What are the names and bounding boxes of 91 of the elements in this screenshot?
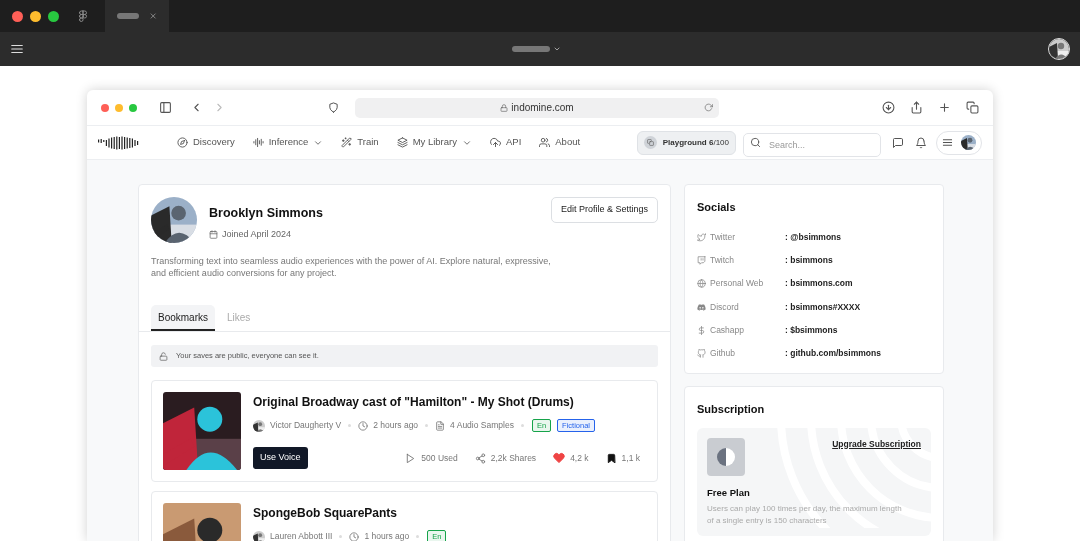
unlock-icon xyxy=(159,351,168,361)
heart-icon[interactable] xyxy=(553,452,566,464)
social-label: Personal Web xyxy=(710,277,764,291)
minimize-button[interactable] xyxy=(30,10,41,22)
social-icon xyxy=(697,232,706,242)
joined-date: Joined April 2024 xyxy=(222,227,292,241)
social-label: Github xyxy=(710,347,736,360)
social-label: Cashapp xyxy=(710,323,745,337)
social-icon xyxy=(697,302,706,312)
close-button[interactable] xyxy=(12,10,23,22)
figma-icon[interactable] xyxy=(77,10,89,22)
plan-icon xyxy=(707,437,745,476)
author-name: Lauren Abbott III xyxy=(270,530,333,541)
nav-icon xyxy=(489,137,501,148)
message-icon[interactable] xyxy=(892,136,904,149)
close-icon[interactable] xyxy=(148,11,157,21)
bookmarks-count: 1,1 k xyxy=(621,451,640,465)
play-icon[interactable] xyxy=(405,452,417,464)
use-voice-button[interactable]: Use Voice xyxy=(253,447,308,469)
social-value[interactable]: : github.com/bsimmons xyxy=(785,347,881,360)
zoom-button[interactable] xyxy=(48,10,59,22)
social-value[interactable]: : bsimmons.com xyxy=(785,277,853,291)
time-text: 1 hours ago xyxy=(364,530,410,541)
nav-link[interactable]: Train xyxy=(341,135,379,150)
tab[interactable] xyxy=(105,0,169,32)
edit-profile-button[interactable]: Edit Profile & Settings xyxy=(550,197,658,223)
samples-text: 4 Audio Samples xyxy=(450,419,514,432)
nav-link[interactable]: Discovery xyxy=(177,135,235,150)
clock-icon xyxy=(349,531,360,541)
social-value[interactable]: : $bsimmons xyxy=(785,323,838,337)
social-icon xyxy=(697,279,706,289)
nav-icon xyxy=(341,137,353,148)
time-text: 2 hours ago xyxy=(373,419,419,432)
voice-title: SpongeBob SquarePants xyxy=(253,505,399,522)
menu-icon[interactable] xyxy=(10,42,24,56)
bookmark-icon[interactable] xyxy=(605,452,617,464)
new-tab-icon[interactable] xyxy=(938,101,951,114)
nav-icon xyxy=(539,137,551,148)
social-value[interactable]: : bsimmons xyxy=(785,254,833,267)
tab[interactable]: Bookmarks xyxy=(151,305,215,331)
clock-icon xyxy=(358,420,369,431)
notification-icon[interactable] xyxy=(915,136,927,149)
file-name-placeholder[interactable] xyxy=(511,46,550,52)
upgrade-link[interactable]: Upgrade Subscription xyxy=(832,437,921,451)
logo-icon[interactable] xyxy=(98,135,140,150)
avatar[interactable] xyxy=(1048,38,1070,60)
search-icon xyxy=(750,136,761,148)
nav-icon xyxy=(396,137,408,148)
nav-link[interactable]: My Library xyxy=(396,135,472,150)
shares-count: 2,2k Shares xyxy=(490,451,537,465)
social-label: Twitch xyxy=(710,254,735,267)
file-icon xyxy=(435,420,446,431)
close-button[interactable] xyxy=(101,103,109,112)
social-icon xyxy=(697,255,706,265)
address-bar[interactable]: indomine.com xyxy=(355,97,719,118)
share-icon[interactable] xyxy=(910,101,923,114)
social-value[interactable]: : bsimmons#XXXX xyxy=(785,300,861,314)
download-icon[interactable] xyxy=(882,101,895,114)
menu-icon xyxy=(942,137,953,148)
plan-description: Users can play 100 times per day, the maximum length of a single entry is 150 characters xyxy=(707,503,903,527)
likes-count: 4,2 k xyxy=(570,451,589,465)
tabs-overview-icon[interactable] xyxy=(966,101,979,114)
calendar-icon xyxy=(209,230,218,239)
tab-title-placeholder xyxy=(117,13,139,19)
plan-name: Free Plan xyxy=(707,485,751,500)
social-label: Discord xyxy=(710,300,739,314)
nav-link[interactable]: API xyxy=(489,135,522,150)
shield-icon[interactable] xyxy=(328,102,339,113)
nav-link[interactable]: About xyxy=(539,135,581,150)
playground-button[interactable]: Playground 6/100 xyxy=(636,130,736,155)
nav-icon xyxy=(177,137,188,148)
profile-bio: Transforming text into seamless audio experiences with the power of AI. Explore natural, expressive, and efficient audio conversions for any project. xyxy=(150,255,552,279)
search-field[interactable]: Search... xyxy=(743,132,881,157)
playground-icon xyxy=(643,136,657,149)
nav-icon xyxy=(252,137,264,148)
share-icon[interactable] xyxy=(474,452,486,464)
sidebar-icon[interactable] xyxy=(159,101,172,114)
nav-link[interactable]: Inference xyxy=(252,135,324,150)
social-value[interactable]: : @bsimmons xyxy=(785,230,841,244)
profile-name: Brooklyn Simmons xyxy=(209,205,323,222)
socials-title: Socials xyxy=(697,200,737,215)
social-icon xyxy=(697,325,706,335)
social-icon xyxy=(697,349,706,359)
url-text: indomine.com xyxy=(511,101,574,115)
author-name: Victor Daugherty V xyxy=(270,419,342,432)
subscription-title: Subscription xyxy=(697,402,766,418)
social-label: Twitter xyxy=(710,230,736,244)
used-count: 500 Used xyxy=(421,451,458,465)
voice-title: Original Broadway cast of "Hamilton" - My Shot (Drums) xyxy=(253,394,575,411)
lock-icon xyxy=(500,103,509,112)
chevron-down-icon[interactable] xyxy=(552,45,561,53)
